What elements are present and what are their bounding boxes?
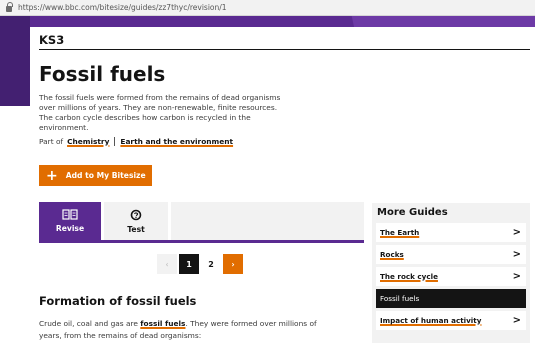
guide-link-the-earth[interactable]: The Earth > xyxy=(376,223,526,242)
fossil-fuels-glossary-link[interactable]: fossil fuels xyxy=(140,319,185,328)
tab-empty-slot xyxy=(171,202,364,240)
earth-environment-link[interactable]: Earth and the environment xyxy=(120,137,233,146)
guide-link-fossil-fuels-current[interactable]: Fossil fuels xyxy=(376,289,526,308)
add-button-label: Add to My Bitesize xyxy=(65,171,146,180)
guide-link-rocks[interactable]: Rocks > xyxy=(376,245,526,264)
guide-label: The rock cycle xyxy=(380,272,438,281)
next-page-button[interactable]: › xyxy=(223,254,243,274)
book-icon xyxy=(62,209,78,220)
chevron-right-icon: > xyxy=(512,249,521,260)
chevron-right-icon: > xyxy=(512,227,521,238)
page-1-button[interactable]: 1 xyxy=(179,254,199,274)
section-heading: Formation of fossil fuels xyxy=(39,294,197,308)
test-icon xyxy=(130,209,142,220)
tab-revise[interactable]: Revise xyxy=(39,202,101,240)
more-guides-title: More Guides xyxy=(377,207,448,218)
previous-page-button[interactable]: ‹ xyxy=(157,254,177,274)
guide-label: Fossil fuels xyxy=(380,294,420,303)
part-of-breadcrumb: Part of Chemistry Earth and the environm… xyxy=(39,137,233,146)
page-title: Fossil fuels xyxy=(39,62,166,86)
section-text-start: Crude oil, coal and gas are xyxy=(39,319,141,328)
page-2-button[interactable]: 2 xyxy=(201,254,221,274)
guide-link-impact-human-activity[interactable]: Impact of human activity > xyxy=(376,311,526,330)
add-to-my-bitesize-button[interactable]: + Add to My Bitesize xyxy=(39,165,152,186)
chemistry-link[interactable]: Chemistry xyxy=(67,137,109,146)
part-of-prefix: Part of xyxy=(39,137,64,146)
guide-label: The Earth xyxy=(380,228,420,237)
guide-link-rock-cycle[interactable]: The rock cycle > xyxy=(376,267,526,286)
plus-icon: + xyxy=(46,167,58,184)
level-label: KS3 xyxy=(39,33,65,47)
chevron-right-icon: > xyxy=(512,271,521,282)
guide-tabs: Revise Test xyxy=(39,202,364,240)
level-divider xyxy=(39,49,530,50)
more-guides-panel: More Guides The Earth > Rocks > The rock… xyxy=(372,203,530,343)
tab-test[interactable]: Test xyxy=(104,202,168,240)
guide-label: Impact of human activity xyxy=(380,316,482,325)
active-tab-underline xyxy=(39,240,364,243)
tab-test-label: Test xyxy=(127,224,145,234)
tab-revise-label: Revise xyxy=(55,224,85,233)
url-text[interactable]: https://www.bbc.com/bitesize/guides/zz7t… xyxy=(18,3,227,12)
lock-icon xyxy=(6,1,13,12)
guide-label: Rocks xyxy=(380,250,404,259)
address-bar[interactable]: https://www.bbc.com/bitesize/guides/zz7t… xyxy=(0,0,535,16)
breadcrumb-separator xyxy=(114,137,116,146)
chevron-right-icon: > xyxy=(512,315,521,326)
guide-description: The fossil fuels were formed from the re… xyxy=(39,93,281,132)
section-body: Crude oil, coal and gas are fossil fuels… xyxy=(39,318,319,342)
pagination: ‹ 1 2 › xyxy=(157,254,245,274)
